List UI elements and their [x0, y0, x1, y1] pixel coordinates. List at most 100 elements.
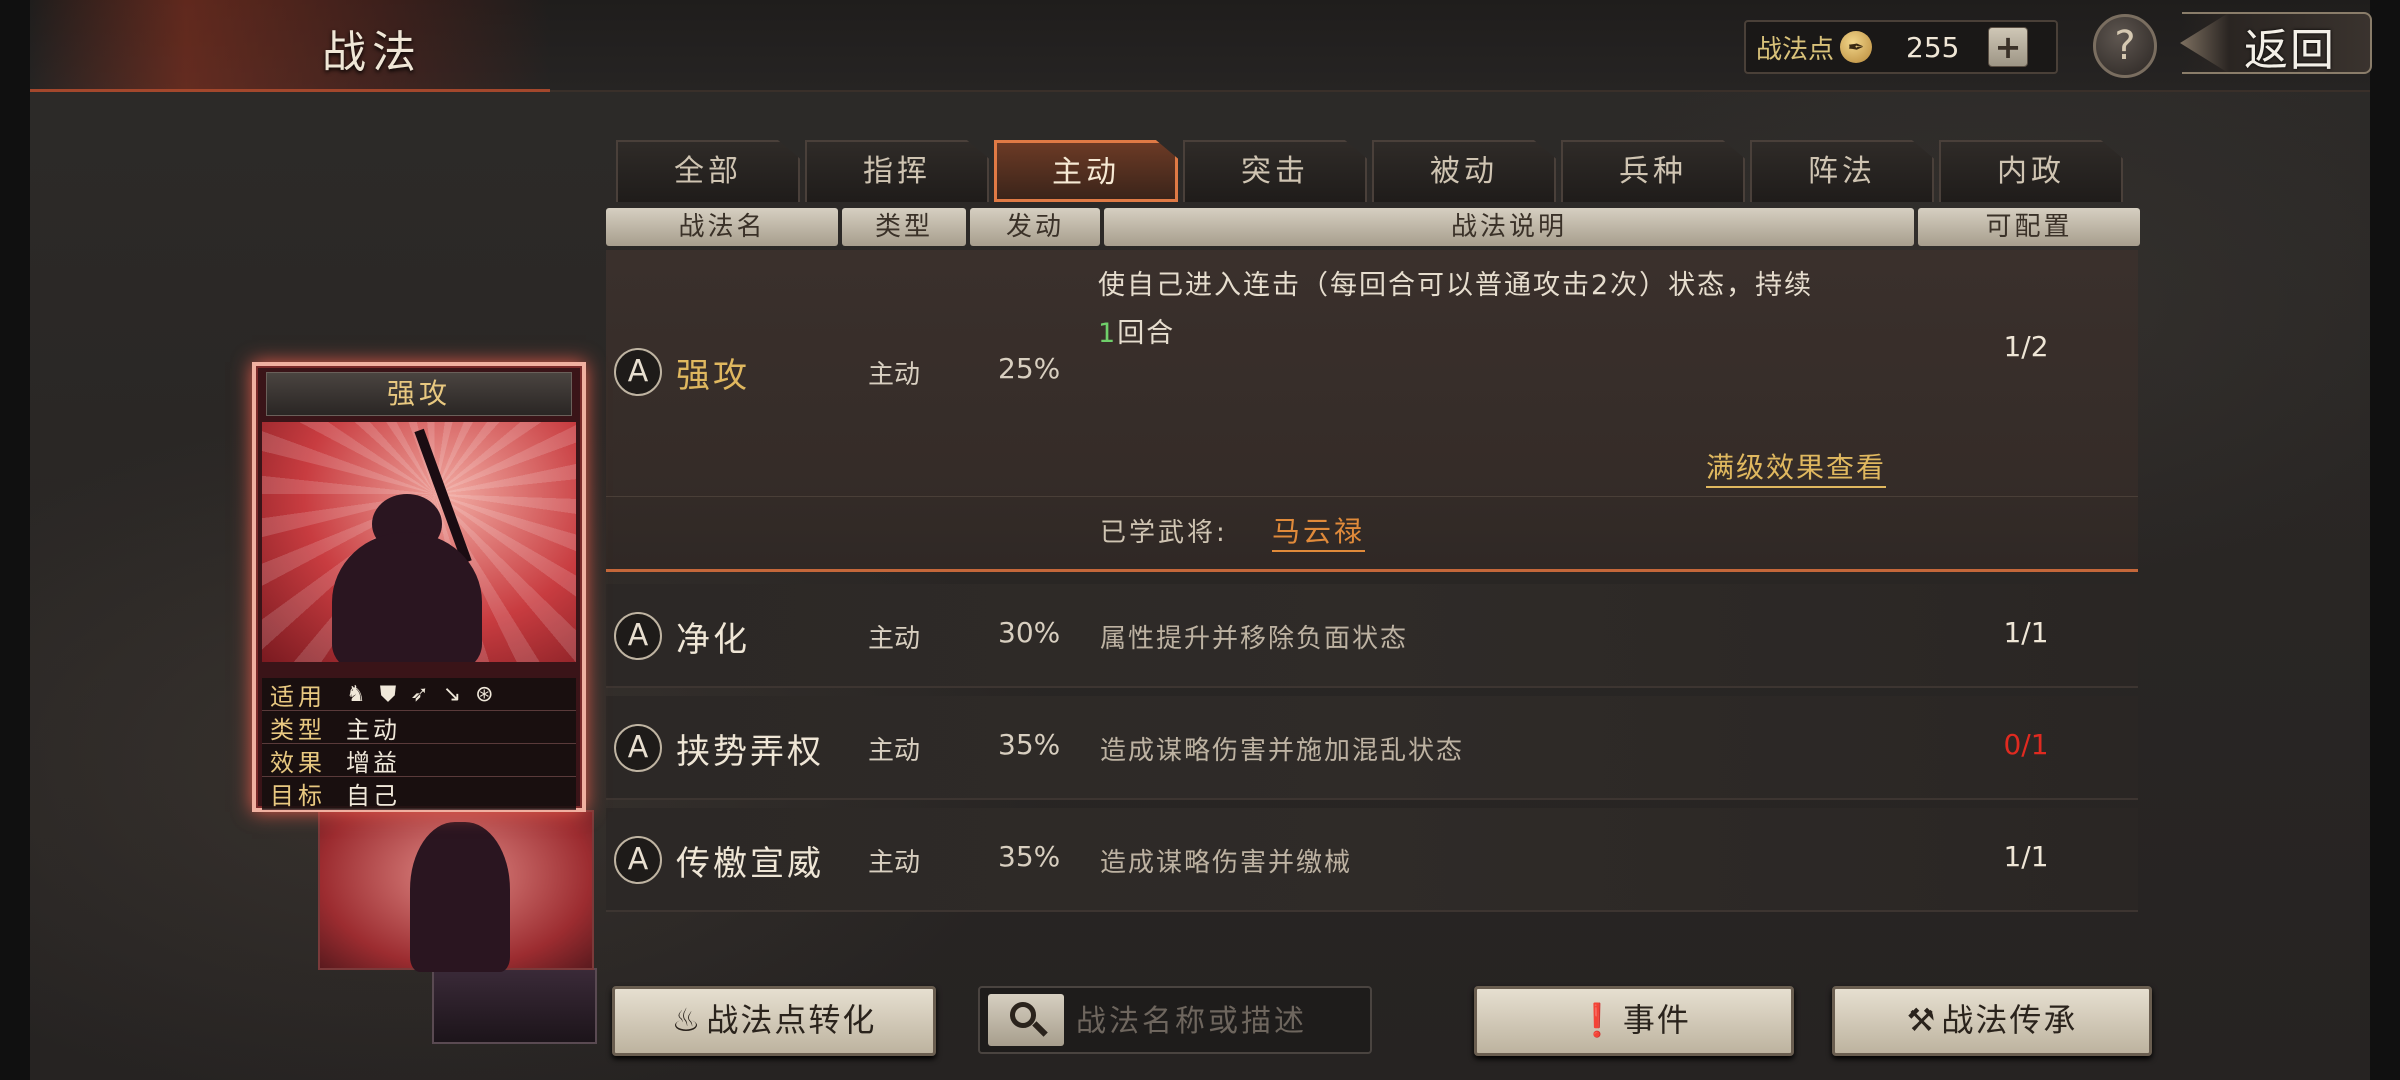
skill-name: 传檄宣威 — [676, 844, 824, 884]
skill-rate: 35% — [998, 728, 1061, 761]
hammer-icon: ⚒ — [1906, 1001, 1938, 1039]
page-title: 战法 — [322, 27, 422, 78]
warrior-figure — [332, 532, 482, 662]
exclamation-icon: ❗ — [1577, 1001, 1619, 1039]
skill-points-box: 战法点 ✒ 255 + — [1744, 20, 2058, 74]
skill-description-line1: 使自己进入连击（每回合可以普通攻击2次）状态，持续 — [1098, 270, 1814, 301]
applies-label: 适用 — [270, 682, 326, 711]
bow-icon: ➶ — [410, 681, 429, 707]
tab-active[interactable]: 主动 — [994, 140, 1178, 202]
left-border — [0, 0, 30, 1080]
skill-name: 挟势弄权 — [676, 732, 824, 772]
inherit-skill-button[interactable]: ⚒ 战法传承 — [1832, 986, 2152, 1056]
search-input[interactable] — [1076, 996, 1366, 1046]
tab-internal[interactable]: 内政 — [1939, 140, 2123, 202]
skill-list[interactable]: A 强攻 主动 25% 使自己进入连击（每回合可以普通攻击2次）状态，持续 1回… — [606, 250, 2138, 960]
card-type-row: 类型 主动 — [262, 711, 576, 744]
grade-badge: A — [614, 348, 662, 396]
convert-points-button[interactable]: ♨ 战法点转化 — [612, 986, 936, 1056]
learned-generals-label: 已学武将: — [1100, 518, 1228, 548]
card-info: 适用 ♞ ⛊ ➶ ↘ ⊛ 类型 主动 效果 增益 目标 自己 — [262, 678, 576, 810]
skill-rate: 30% — [998, 616, 1061, 649]
skill-name: 强攻 — [676, 356, 750, 396]
skill-description: 使自己进入连击（每回合可以普通攻击2次）状态，持续 1回合 — [1098, 262, 1918, 358]
card-stack-middle — [318, 810, 594, 972]
wheel-icon: ⊛ — [475, 681, 494, 707]
skill-description: 造成谋略伤害并施加混乱状态 — [1100, 736, 1465, 766]
skill-quota: 0/1 — [2003, 728, 2049, 761]
skill-type: 主动 — [868, 848, 921, 878]
events-label: 事件 — [1622, 1001, 1691, 1039]
inherit-skill-label: 战法传承 — [1941, 1001, 2078, 1039]
skill-point-icon: ✒ — [1840, 31, 1873, 63]
skill-quota: 1/1 — [2003, 840, 2049, 873]
skill-row-expanded[interactable]: A 强攻 主动 25% 使自己进入连击（每回合可以普通攻击2次）状态，持续 1回… — [606, 250, 2138, 572]
tab-assault[interactable]: 突击 — [1183, 140, 1367, 202]
search-box — [978, 986, 1372, 1054]
flame-icon: ♨ — [671, 1001, 703, 1039]
back-button-label[interactable]: 返回 — [2244, 14, 2336, 78]
skill-row[interactable]: A 净化 主动 30% 属性提升并移除负面状态 1/1 — [606, 584, 2138, 688]
type-label: 类型 — [270, 715, 326, 744]
skill-type: 主动 — [868, 624, 921, 654]
skill-rate: 25% — [998, 352, 1061, 385]
duration-number: 1 — [1098, 318, 1118, 349]
skill-description: 属性提升并移除负面状态 — [1100, 624, 1409, 654]
card-target-row: 目标 自己 — [262, 777, 576, 810]
skill-description-line2: 1回合 — [1098, 310, 1918, 358]
full-effect-link[interactable]: 满级效果查看 — [1706, 446, 1887, 488]
card-effect-row: 效果 增益 — [262, 744, 576, 777]
card-applies-row: 适用 ♞ ⛊ ➶ ↘ ⊛ — [262, 678, 576, 711]
skill-points-value: 255 — [1906, 30, 1960, 64]
category-tabs: 全部 指挥 主动 突击 被动 兵种 阵法 内政 — [616, 140, 2128, 206]
skill-type: 主动 — [868, 736, 921, 766]
skill-row[interactable]: A 传檄宣威 主动 35% 造成谋略伤害并缴械 1/1 — [606, 808, 2138, 912]
shield-icon: ⛊ — [379, 681, 397, 707]
right-border — [2370, 0, 2400, 1080]
add-points-button[interactable]: + — [1988, 27, 2029, 67]
type-value: 主动 — [346, 715, 400, 744]
troop-icons: ♞ ⛊ ➶ ↘ ⊛ — [346, 682, 494, 707]
cavalry-icon: ♞ — [346, 681, 366, 707]
skill-description: 造成谋略伤害并缴械 — [1100, 848, 1353, 878]
effect-label: 效果 — [270, 748, 326, 777]
skill-card: 强攻 适用 ♞ ⛊ ➶ ↘ ⊛ 类型 主动 效果 增益 目标 自己 — [252, 362, 586, 812]
help-button[interactable]: ? — [2093, 14, 2157, 78]
divider — [606, 496, 2138, 497]
silhouette-figure — [410, 822, 510, 972]
column-header-description: 战法说明 — [1104, 208, 1914, 246]
tab-troop[interactable]: 兵种 — [1561, 140, 1745, 202]
column-header-type[interactable]: 类型 — [842, 208, 966, 246]
grade-badge: A — [614, 724, 662, 772]
duration-unit: 回合 — [1117, 318, 1176, 349]
tab-passive[interactable]: 被动 — [1372, 140, 1556, 202]
skill-quota: 1/1 — [2003, 616, 2049, 649]
target-label: 目标 — [270, 781, 326, 810]
table-header: 战法名 类型 发动 战法说明 可配置 — [606, 208, 2144, 246]
skill-type: 主动 — [868, 360, 921, 390]
grade-badge: A — [614, 612, 662, 660]
skill-row[interactable]: A 挟势弄权 主动 35% 造成谋略伤害并施加混乱状态 0/1 — [606, 696, 2138, 800]
tab-command[interactable]: 指挥 — [805, 140, 989, 202]
card-artwork — [262, 422, 576, 662]
search-icon-handle — [1032, 1021, 1048, 1037]
title-plate — [30, 0, 550, 92]
skill-name: 净化 — [676, 620, 750, 660]
convert-points-label: 战法点转化 — [706, 1001, 877, 1039]
events-button[interactable]: ❗ 事件 — [1474, 986, 1794, 1056]
tab-formation[interactable]: 阵法 — [1750, 140, 1934, 202]
skill-rate: 35% — [998, 840, 1061, 873]
search-button[interactable] — [988, 994, 1064, 1046]
tab-all[interactable]: 全部 — [616, 140, 800, 202]
skill-points-label: 战法点 — [1756, 34, 1835, 65]
card-title: 强攻 — [266, 372, 572, 416]
spear-icon: ↘ — [442, 681, 462, 707]
column-header-quota[interactable]: 可配置 — [1918, 208, 2140, 246]
grade-badge: A — [614, 836, 662, 884]
column-header-name[interactable]: 战法名 — [606, 208, 838, 246]
learned-general-link[interactable]: 马云禄 — [1272, 510, 1366, 552]
skill-quota: 1/2 — [2003, 330, 2049, 363]
card-stack-back — [432, 968, 597, 1044]
target-value: 自己 — [346, 781, 400, 810]
column-header-rate[interactable]: 发动 — [970, 208, 1100, 246]
